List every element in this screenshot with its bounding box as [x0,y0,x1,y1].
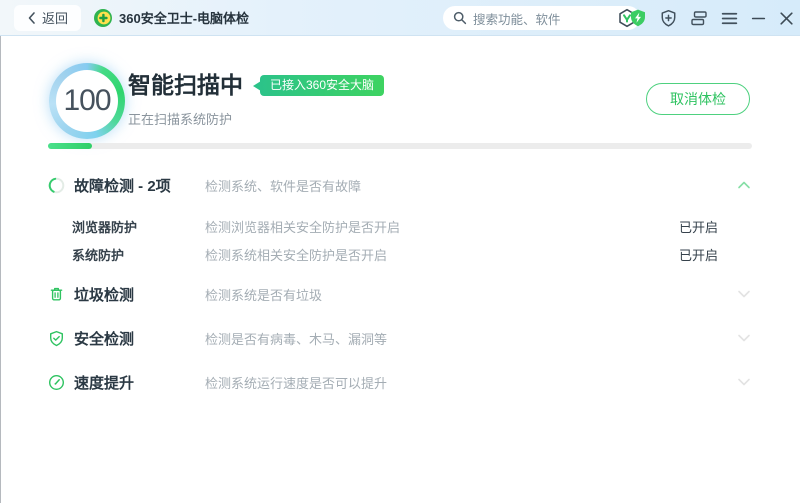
scan-category-fault[interactable]: 故障检测 - 2项 检测系统、软件是否有故障 [48,163,752,207]
scan-category-speed[interactable]: 速度提升 检测系统运行速度是否可以提升 [48,360,752,404]
shield-check-icon [48,330,65,347]
category-desc: 检测系统运行速度是否可以提升 [205,375,388,391]
subitem-status: 已开启 [678,219,718,235]
scan-subitem-browser: 浏览器防护 检测浏览器相关安全防护是否开启 已开启 [48,212,752,240]
scan-status-text: 正在扫描系统防护 [128,112,233,128]
window-mode-icon[interactable] [689,8,709,28]
close-button[interactable] [778,10,795,27]
category-desc: 检测系统是否有垃圾 [205,287,323,303]
titlebar: 返回 360安全卫士-电脑体检 搜索功能、软件 [0,0,800,36]
category-label: 速度提升 [74,374,135,392]
search-placeholder: 搜索功能、软件 [473,12,561,27]
search-input[interactable]: 搜索功能、软件 [443,6,640,30]
scan-category-security[interactable]: 安全检测 检测是否有病毒、木马、漏洞等 [48,316,752,360]
spinner-icon [48,177,65,194]
subitem-desc: 检测浏览器相关安全防护是否开启 [205,219,401,235]
scan-score: 100 [63,84,111,117]
scan-score-ring: 100 [49,63,125,139]
scan-category-trash[interactable]: 垃圾检测 检测系统是否有垃圾 [48,272,752,316]
back-label: 返回 [42,11,69,26]
protection-shield-icon[interactable] [628,8,648,28]
category-desc: 检测是否有病毒、木马、漏洞等 [205,331,388,347]
titlebar-actions [628,0,795,36]
fault-subitems: 浏览器防护 检测浏览器相关安全防护是否开启 已开启 系统防护 检测系统相关安全防… [48,212,752,268]
scan-progress-bar [48,143,752,149]
hero-text: 智能扫描中 已接入360安全大脑 正在扫描系统防护 [128,72,385,128]
app-logo-icon [94,8,113,27]
search-icon [453,11,467,25]
trash-icon [48,286,65,303]
gauge-icon [48,374,65,391]
subitem-label: 系统防护 [72,247,125,263]
chevron-left-icon [27,11,36,25]
subitem-desc: 检测系统相关安全防护是否开启 [205,247,388,263]
category-label: 故障检测 - 2项 [74,177,171,195]
cancel-scan-button[interactable]: 取消体检 [646,83,750,115]
scan-progress-fill [48,143,93,149]
minimize-button[interactable] [750,10,767,27]
chevron-down-icon[interactable] [736,330,752,346]
category-label: 垃圾检测 [74,286,135,304]
category-label: 安全检测 [74,330,135,348]
chevron-down-icon[interactable] [736,286,752,302]
category-desc: 检测系统、软件是否有故障 [205,178,362,194]
page-title: 智能扫描中 [128,72,243,98]
app-title: 360安全卫士-电脑体检 [119,11,250,26]
chevron-down-icon[interactable] [736,374,752,390]
scan-list: 故障检测 - 2项 检测系统、软件是否有故障 浏览器防护 检测浏览器相关安全防护… [48,163,752,404]
scan-subitem-system: 系统防护 检测系统相关安全防护是否开启 已开启 [48,240,752,268]
main-menu-icon[interactable] [720,9,739,28]
app-window: 返回 360安全卫士-电脑体检 搜索功能、软件 100 智能扫描中 已接入360… [0,0,800,503]
add-protection-icon[interactable] [659,9,678,28]
brain-badge: 已接入360安全大脑 [260,75,385,97]
subitem-label: 浏览器防护 [72,219,138,235]
chevron-up-icon[interactable] [736,177,752,193]
back-button[interactable]: 返回 [14,4,82,31]
subitem-status: 已开启 [678,247,718,263]
